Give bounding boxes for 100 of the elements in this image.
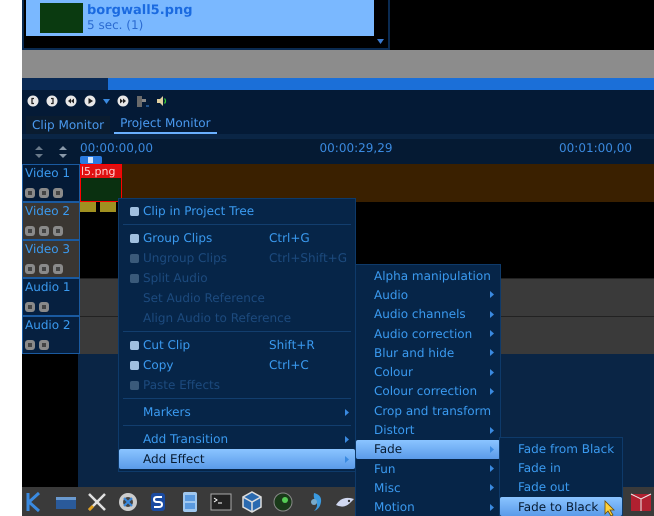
menu-item[interactable]: Group Clips Ctrl+G	[119, 228, 355, 248]
menu-item[interactable]: Clip in Project Tree	[119, 201, 355, 221]
mute-icon[interactable]	[39, 264, 49, 274]
lock-icon[interactable]	[25, 264, 35, 274]
lock-icon[interactable]	[25, 226, 35, 236]
track-name: Audio 1	[25, 280, 72, 294]
collapse-icon[interactable]	[34, 144, 44, 158]
submenu-arrow-icon	[490, 388, 494, 395]
menu-item[interactable]: Colour	[356, 362, 500, 382]
mute-icon[interactable]	[39, 340, 49, 350]
zone-end-icon[interactable]	[46, 95, 58, 107]
film-icon[interactable]	[53, 264, 63, 274]
submenu-arrow-icon	[490, 368, 494, 376]
menu-item[interactable]: Add Transition	[119, 429, 355, 449]
clip-duration: 5 sec. (1)	[87, 18, 144, 32]
clip-block[interactable]	[80, 202, 96, 212]
menu-item[interactable]: Audio channels	[356, 304, 500, 324]
track-name: Video 1	[25, 166, 72, 180]
speaker-icon[interactable]	[156, 95, 168, 107]
menu-item-icon	[129, 340, 140, 350]
film-icon[interactable]	[53, 188, 63, 198]
lock-icon[interactable]	[25, 188, 35, 198]
track-header[interactable]: Audio 1	[22, 278, 80, 316]
track-name: Video 2	[25, 204, 72, 218]
thumbnail-placeholder	[40, 3, 83, 33]
clip-label: l5.png	[81, 165, 121, 178]
submenu-arrow-icon	[345, 456, 349, 462]
timecode: 00:00:29,29	[320, 141, 392, 155]
menu-item-icon	[129, 206, 140, 216]
play-icon[interactable]	[84, 95, 96, 107]
gear-icon[interactable]	[117, 490, 139, 512]
menu-item-icon	[129, 360, 140, 370]
menu-item[interactable]: Fade to Black	[500, 496, 622, 516]
menu-item-icon	[129, 252, 140, 264]
film-icon[interactable]	[53, 226, 63, 236]
menu-item[interactable]: Motion	[356, 498, 500, 516]
submenu-arrow-icon	[490, 446, 494, 453]
track-name: Audio 2	[25, 318, 72, 332]
zone-start-icon[interactable]	[27, 95, 39, 107]
menu-item-icon	[129, 232, 140, 244]
submenu-arrow-icon	[345, 408, 349, 416]
menu-item[interactable]: Misc	[356, 478, 500, 498]
monitor-tab[interactable]: Clip Monitor	[26, 116, 110, 134]
menu-item[interactable]: Copy Ctrl+C	[119, 355, 355, 375]
submenu-arrow-icon	[490, 504, 494, 511]
lock-icon[interactable]	[25, 302, 35, 312]
package-icon[interactable]	[630, 490, 652, 512]
menu-item[interactable]: Fade in	[500, 458, 622, 478]
menu-item[interactable]: Distort	[356, 420, 500, 440]
tools-icon[interactable]	[86, 490, 108, 512]
dropdown-arrow-icon[interactable]	[103, 98, 110, 104]
mute-icon[interactable]	[39, 302, 49, 312]
menu-item[interactable]: Colour correction	[356, 382, 500, 402]
menu-item[interactable]: Fun	[356, 458, 500, 478]
terminal-icon[interactable]	[210, 490, 232, 512]
menu-item[interactable]: Alpha manipulation	[356, 266, 500, 286]
track-header[interactable]: Video 1	[22, 164, 80, 202]
submenu-arrow-icon	[490, 330, 494, 338]
video-clip[interactable]: l5.png	[80, 164, 122, 202]
menu-item[interactable]: Markers	[119, 402, 355, 422]
forward-icon[interactable]	[117, 95, 129, 107]
clip-name: borgwall5.png	[87, 4, 192, 18]
menu-item[interactable]: Fade from Black	[500, 439, 622, 458]
menu-item[interactable]: Add Effect	[119, 449, 355, 469]
timecode: 00:00:00,00	[80, 141, 153, 155]
menu-item[interactable]: Cut Clip Shift+R	[119, 335, 355, 355]
mute-icon[interactable]	[39, 188, 49, 198]
menu-item[interactable]: Audio	[356, 285, 500, 305]
playhead-marker-icon[interactable]	[80, 156, 102, 164]
thumbnail-placeholder	[81, 178, 121, 201]
menu-item[interactable]: Audio correction	[356, 324, 500, 344]
menu-item[interactable]: Fade out	[500, 478, 622, 497]
menu-item[interactable]: Crop and transform	[356, 401, 500, 420]
submenu-arrow-icon	[490, 310, 494, 318]
mouse-cursor-icon	[604, 500, 616, 516]
menu-item[interactable]: Blur and hide	[356, 343, 500, 362]
mute-icon[interactable]	[39, 226, 49, 236]
menu-item[interactable]: Fade	[356, 440, 500, 459]
expand-icon[interactable]	[58, 144, 68, 158]
track-name: Video 3	[25, 242, 72, 256]
submenu-arrow-icon	[345, 436, 349, 442]
timecode: 00:01:00,00	[559, 141, 632, 155]
scroll-down-icon	[377, 39, 384, 44]
globe-icon[interactable]	[272, 490, 294, 512]
seek-bar[interactable]	[22, 78, 654, 90]
monitor-icon[interactable]	[136, 94, 149, 108]
submenu-arrow-icon	[490, 426, 494, 434]
track-header[interactable]: Video 3	[22, 240, 80, 278]
menu-item-icon	[129, 272, 140, 284]
submenu-arrow-icon	[490, 484, 494, 492]
lock-icon[interactable]	[25, 340, 35, 350]
submenu-arrow-icon	[490, 465, 494, 472]
submenu-arrow-icon	[490, 291, 494, 298]
clip-block[interactable]	[100, 202, 116, 212]
track-header[interactable]: Audio 2	[22, 316, 80, 354]
menu-item-icon	[129, 380, 140, 390]
track-header[interactable]: Video 2	[22, 202, 80, 240]
rewind-icon[interactable]	[65, 95, 77, 107]
cube-icon[interactable]	[241, 490, 263, 512]
submenu-arrow-icon	[490, 349, 494, 356]
